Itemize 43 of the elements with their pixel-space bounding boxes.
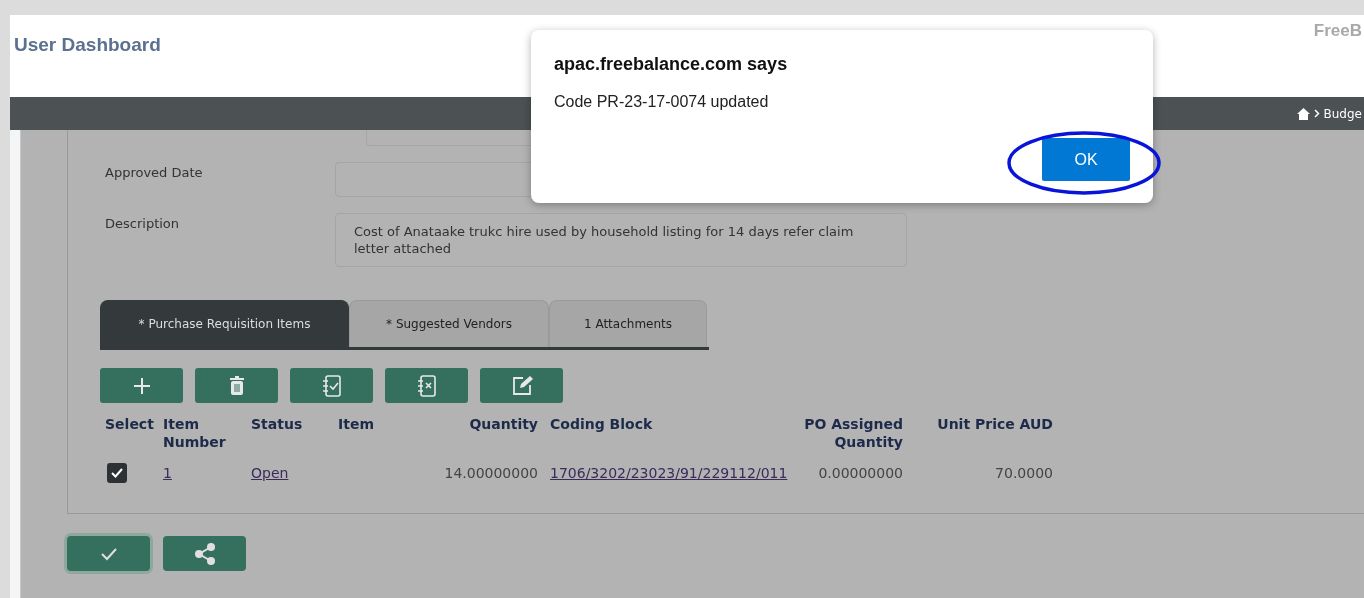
uncheck-button[interactable]: [385, 368, 468, 403]
column-header: Unit Price AUD: [937, 416, 1053, 432]
status-link[interactable]: Open: [251, 465, 289, 481]
share-icon: [192, 541, 217, 566]
tab[interactable]: * Purchase Requisition Items: [100, 300, 349, 347]
dialog-message: Code PR-23-17-0074 updated: [554, 93, 770, 111]
field-label: Description: [104, 215, 181, 233]
table-cell: 70.0000: [995, 465, 1053, 481]
edit-button[interactable]: [480, 368, 563, 403]
add-button[interactable]: [100, 368, 183, 403]
edit-icon: [510, 374, 533, 397]
brand-name: FreeB: [1313, 21, 1362, 41]
dialog-title: apac.freebalance.com says: [554, 54, 789, 75]
checkmark-icon: [99, 546, 118, 561]
description-field[interactable]: Cost of Anataake trukc hire used by household listing for 14 days refer claim letter attached: [335, 213, 907, 267]
column-header: Select: [105, 416, 154, 432]
column-header: Coding Block: [550, 416, 653, 432]
check-button[interactable]: [290, 368, 373, 403]
page-title: User Dashboard: [14, 34, 161, 56]
notebook-x-icon: [416, 374, 437, 397]
table-cell: 0.00000000: [818, 465, 903, 481]
field-label: Approved Date: [104, 164, 204, 182]
column-header: Status: [251, 416, 303, 432]
tab[interactable]: * Suggested Vendors: [349, 300, 549, 347]
item-number-link[interactable]: 1: [163, 465, 172, 481]
notebook-check-icon: [321, 374, 342, 397]
home-icon[interactable]: [1296, 107, 1310, 120]
plus-icon: [132, 376, 151, 395]
share-button[interactable]: [163, 536, 246, 571]
column-header: Item: [338, 416, 374, 432]
checkbox[interactable]: [107, 463, 127, 483]
column-header: Item Number: [163, 416, 226, 450]
tab[interactable]: 1 Attachments: [549, 300, 707, 347]
coding-block-link[interactable]: 1706/3202/23023/91/229112/011: [550, 465, 788, 481]
ok-button[interactable]: OK: [1042, 138, 1130, 181]
table-cell: 14.00000000: [444, 465, 538, 481]
column-header: Quantity: [469, 416, 538, 432]
chevron-icon: [1313, 109, 1320, 118]
column-header: PO Assigned Quantity: [804, 416, 903, 450]
trash-icon: [228, 375, 245, 396]
checkmark-icon: [111, 468, 123, 478]
delete-button[interactable]: [195, 368, 278, 403]
breadcrumb-link[interactable]: Budge: [1323, 106, 1362, 121]
